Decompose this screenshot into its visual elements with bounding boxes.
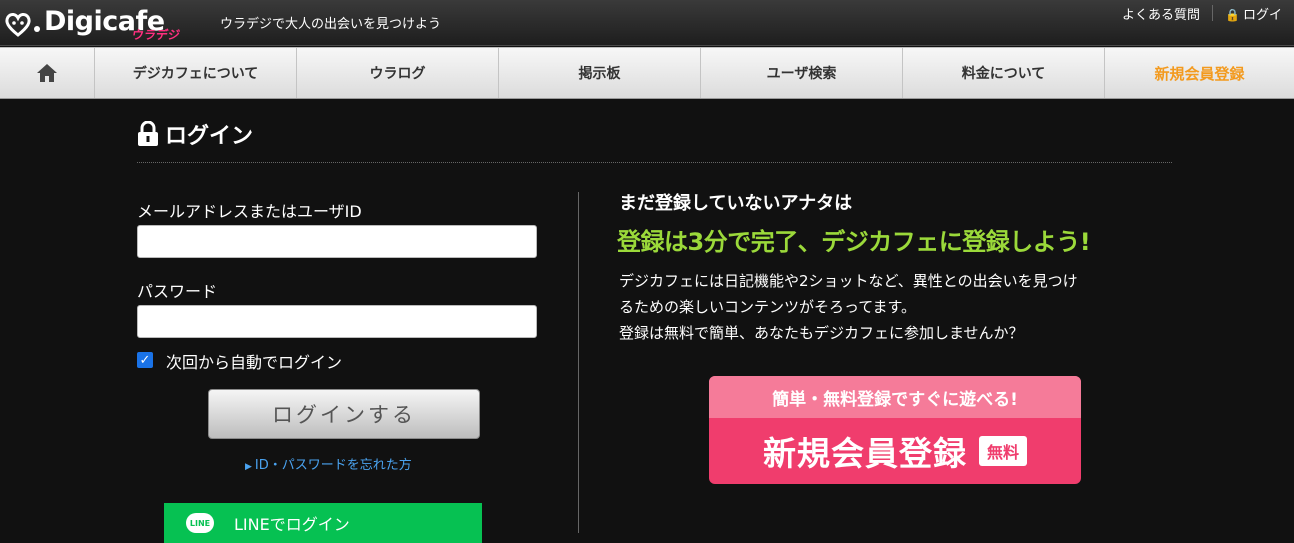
promo-heading: まだ登録していないアナタは: [619, 193, 853, 214]
login-link-label: ログイ: [1242, 7, 1282, 23]
faq-link[interactable]: よくある質問: [1110, 4, 1212, 23]
promo-catchphrase: 登録は3分で完了、デジカフェに登録しよう!: [617, 228, 1091, 256]
promo-body-line: るための楽しいコンテンツがそろってます。: [619, 298, 917, 316]
login-heading: ログイン: [137, 118, 253, 150]
signup-main: 新規会員登録 無料: [709, 418, 1081, 484]
login-button[interactable]: ログインする: [208, 389, 480, 439]
line-icon: LINE: [186, 513, 214, 533]
signup-subtitle: 簡単・無料登録ですぐに遊べる!: [709, 376, 1081, 418]
top-header: Digicafe ウラデジ ウラデジで大人の出会いを見つけよう よくある質問 🔒…: [0, 0, 1294, 46]
promo-body: デジカフェには日記機能や2ショットなど、異性との出会いを見つけ るための楽しいコ…: [619, 268, 1179, 346]
nav-home[interactable]: [0, 48, 95, 98]
triangle-right-icon: ▶: [245, 462, 252, 472]
page-title: ログイン: [165, 124, 254, 149]
forgot-password-label: ID・パスワードを忘れた方: [254, 458, 412, 473]
password-label: パスワード: [137, 282, 218, 301]
login-link[interactable]: 🔒 ログイ: [1213, 4, 1294, 23]
main-nav: デジカフェについて ウラログ 掲示板 ユーザ検索 料金について 新規会員登録: [0, 47, 1294, 99]
lock-icon: 🔒: [1225, 7, 1240, 22]
signup-button[interactable]: 簡単・無料登録ですぐに遊べる! 新規会員登録 無料: [709, 376, 1081, 484]
password-input[interactable]: [137, 305, 537, 338]
header-links: よくある質問 🔒 ログイ: [1110, 2, 1294, 24]
line-login-button[interactable]: LINE LINEでログイン: [164, 503, 482, 543]
promo-body-line: 登録は無料で簡単、あなたもデジカフェに参加しませんか？: [619, 324, 1024, 342]
nav-about[interactable]: デジカフェについて: [95, 48, 297, 98]
nav-pricing[interactable]: 料金について: [903, 48, 1105, 98]
column-divider: [578, 192, 579, 533]
header-tagline: ウラデジで大人の出会いを見つけよう: [220, 17, 442, 32]
nav-signup[interactable]: 新規会員登録: [1105, 48, 1294, 98]
nav-user-search[interactable]: ユーザ検索: [701, 48, 903, 98]
heart-logo-icon: [5, 13, 31, 37]
remember-checkbox[interactable]: ✓: [137, 352, 153, 368]
site-logo[interactable]: Digicafe ウラデジ: [4, 4, 194, 42]
padlock-icon: [138, 121, 158, 146]
home-icon: [37, 64, 57, 82]
forgot-password-link[interactable]: ▶ ID・パスワードを忘れた方: [245, 454, 412, 473]
promo-body-line: デジカフェには日記機能や2ショットなど、異性との出会いを見つけ: [619, 272, 1078, 290]
email-input[interactable]: [137, 225, 537, 258]
heading-divider: [137, 162, 1172, 163]
signup-label: 新規会員登録: [762, 434, 967, 473]
email-label: メールアドレスまたはユーザID: [137, 202, 362, 221]
remember-label: 次回から自動でログイン: [166, 353, 343, 372]
logo-subtitle: ウラデジ: [130, 28, 181, 42]
line-login-label: LINEでログイン: [234, 515, 350, 534]
nav-uralog[interactable]: ウラログ: [297, 48, 499, 98]
free-badge: 無料: [978, 436, 1027, 466]
logo-dot: [34, 26, 40, 32]
nav-board[interactable]: 掲示板: [499, 48, 701, 98]
